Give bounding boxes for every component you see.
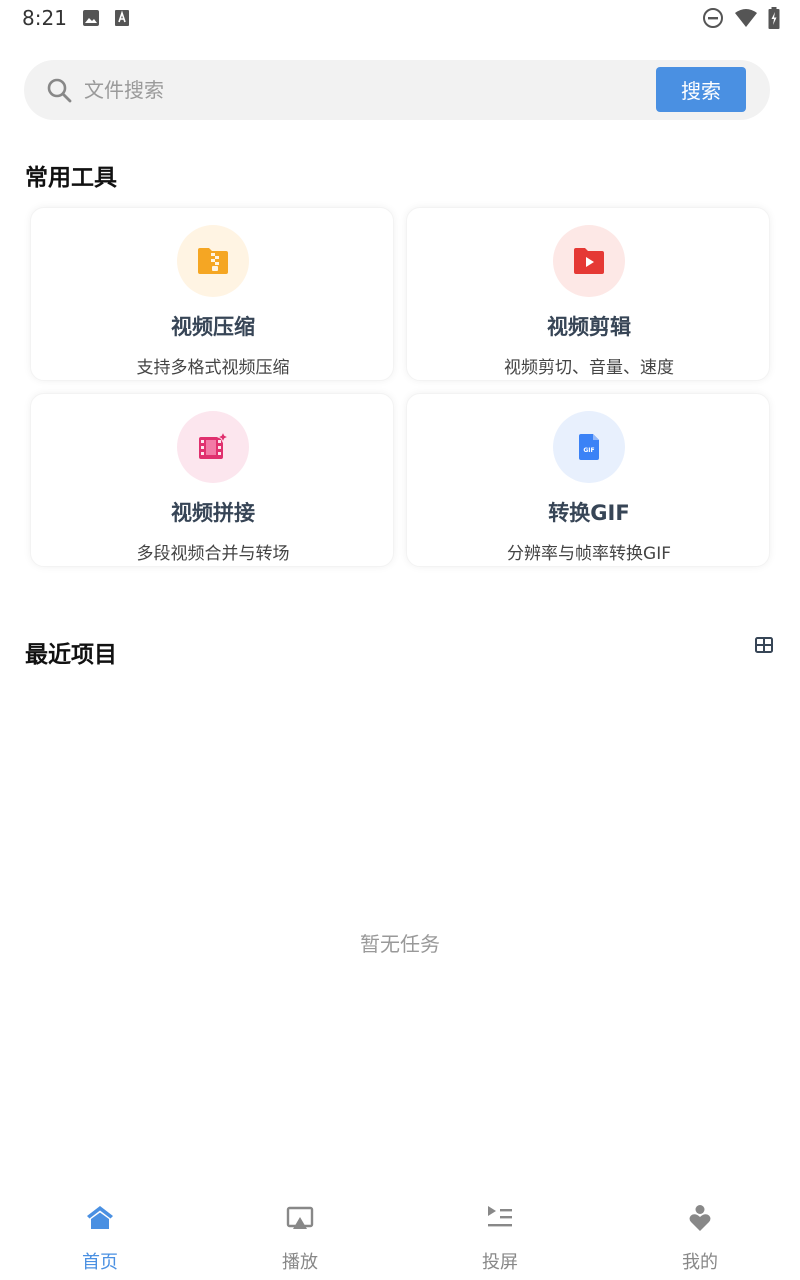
tool-name: 视频拼接 <box>171 501 255 525</box>
tools-section-title: 常用工具 <box>25 165 117 191</box>
zip-folder-icon <box>177 225 249 297</box>
status-bar: 8:21 <box>0 0 800 36</box>
battery-charging-icon <box>768 7 780 33</box>
tool-desc: 分辨率与帧率转换GIF <box>507 544 671 564</box>
bottom-nav: 首页 播放 投屏 我的 <box>0 1190 800 1280</box>
nav-item-home[interactable]: 首页 <box>0 1190 200 1280</box>
video-folder-icon <box>553 225 625 297</box>
tool-card-convert-gif[interactable]: GIF 转换GIF 分辨率与帧率转换GIF <box>406 393 770 567</box>
wifi-icon <box>734 8 758 32</box>
nav-label: 我的 <box>682 1252 718 1273</box>
tool-card-video-edit[interactable]: 视频剪辑 视频剪切、音量、速度 <box>406 207 770 381</box>
status-time: 8:21 <box>22 6 67 30</box>
tool-desc: 多段视频合并与转场 <box>136 544 290 564</box>
user-heart-icon <box>686 1204 714 1232</box>
search-input[interactable] <box>84 72 644 108</box>
tool-desc: 支持多格式视频压缩 <box>136 358 290 378</box>
grid-view-icon[interactable] <box>754 636 774 654</box>
do-not-disturb-icon <box>702 7 724 33</box>
nav-label: 播放 <box>282 1252 318 1273</box>
search-button[interactable]: 搜索 <box>656 67 746 112</box>
tool-desc: 视频剪切、音量、速度 <box>504 358 674 378</box>
nav-label: 投屏 <box>482 1252 518 1273</box>
search-icon[interactable] <box>46 77 72 107</box>
tool-name: 视频剪辑 <box>547 315 631 339</box>
nav-item-mine[interactable]: 我的 <box>600 1190 800 1280</box>
gif-file-icon: GIF <box>553 411 625 483</box>
search-bar: 搜索 <box>24 60 770 120</box>
playlist-icon <box>486 1204 514 1232</box>
text-a-icon <box>114 9 130 31</box>
cast-screen-icon <box>286 1204 314 1232</box>
svg-text:GIF: GIF <box>583 447 594 454</box>
image-icon <box>82 9 100 31</box>
film-sparkle-icon <box>177 411 249 483</box>
tool-card-video-merge[interactable]: 视频拼接 多段视频合并与转场 <box>30 393 394 567</box>
nav-item-play[interactable]: 播放 <box>200 1190 400 1280</box>
nav-item-cast[interactable]: 投屏 <box>400 1190 600 1280</box>
empty-state-text: 暂无任务 <box>360 932 440 956</box>
recent-section-title: 最近项目 <box>25 642 117 668</box>
tool-name: 视频压缩 <box>171 315 255 339</box>
tool-card-video-compress[interactable]: 视频压缩 支持多格式视频压缩 <box>30 207 394 381</box>
nav-label: 首页 <box>82 1252 118 1273</box>
home-icon <box>86 1204 114 1232</box>
tool-name: 转换GIF <box>548 501 630 525</box>
